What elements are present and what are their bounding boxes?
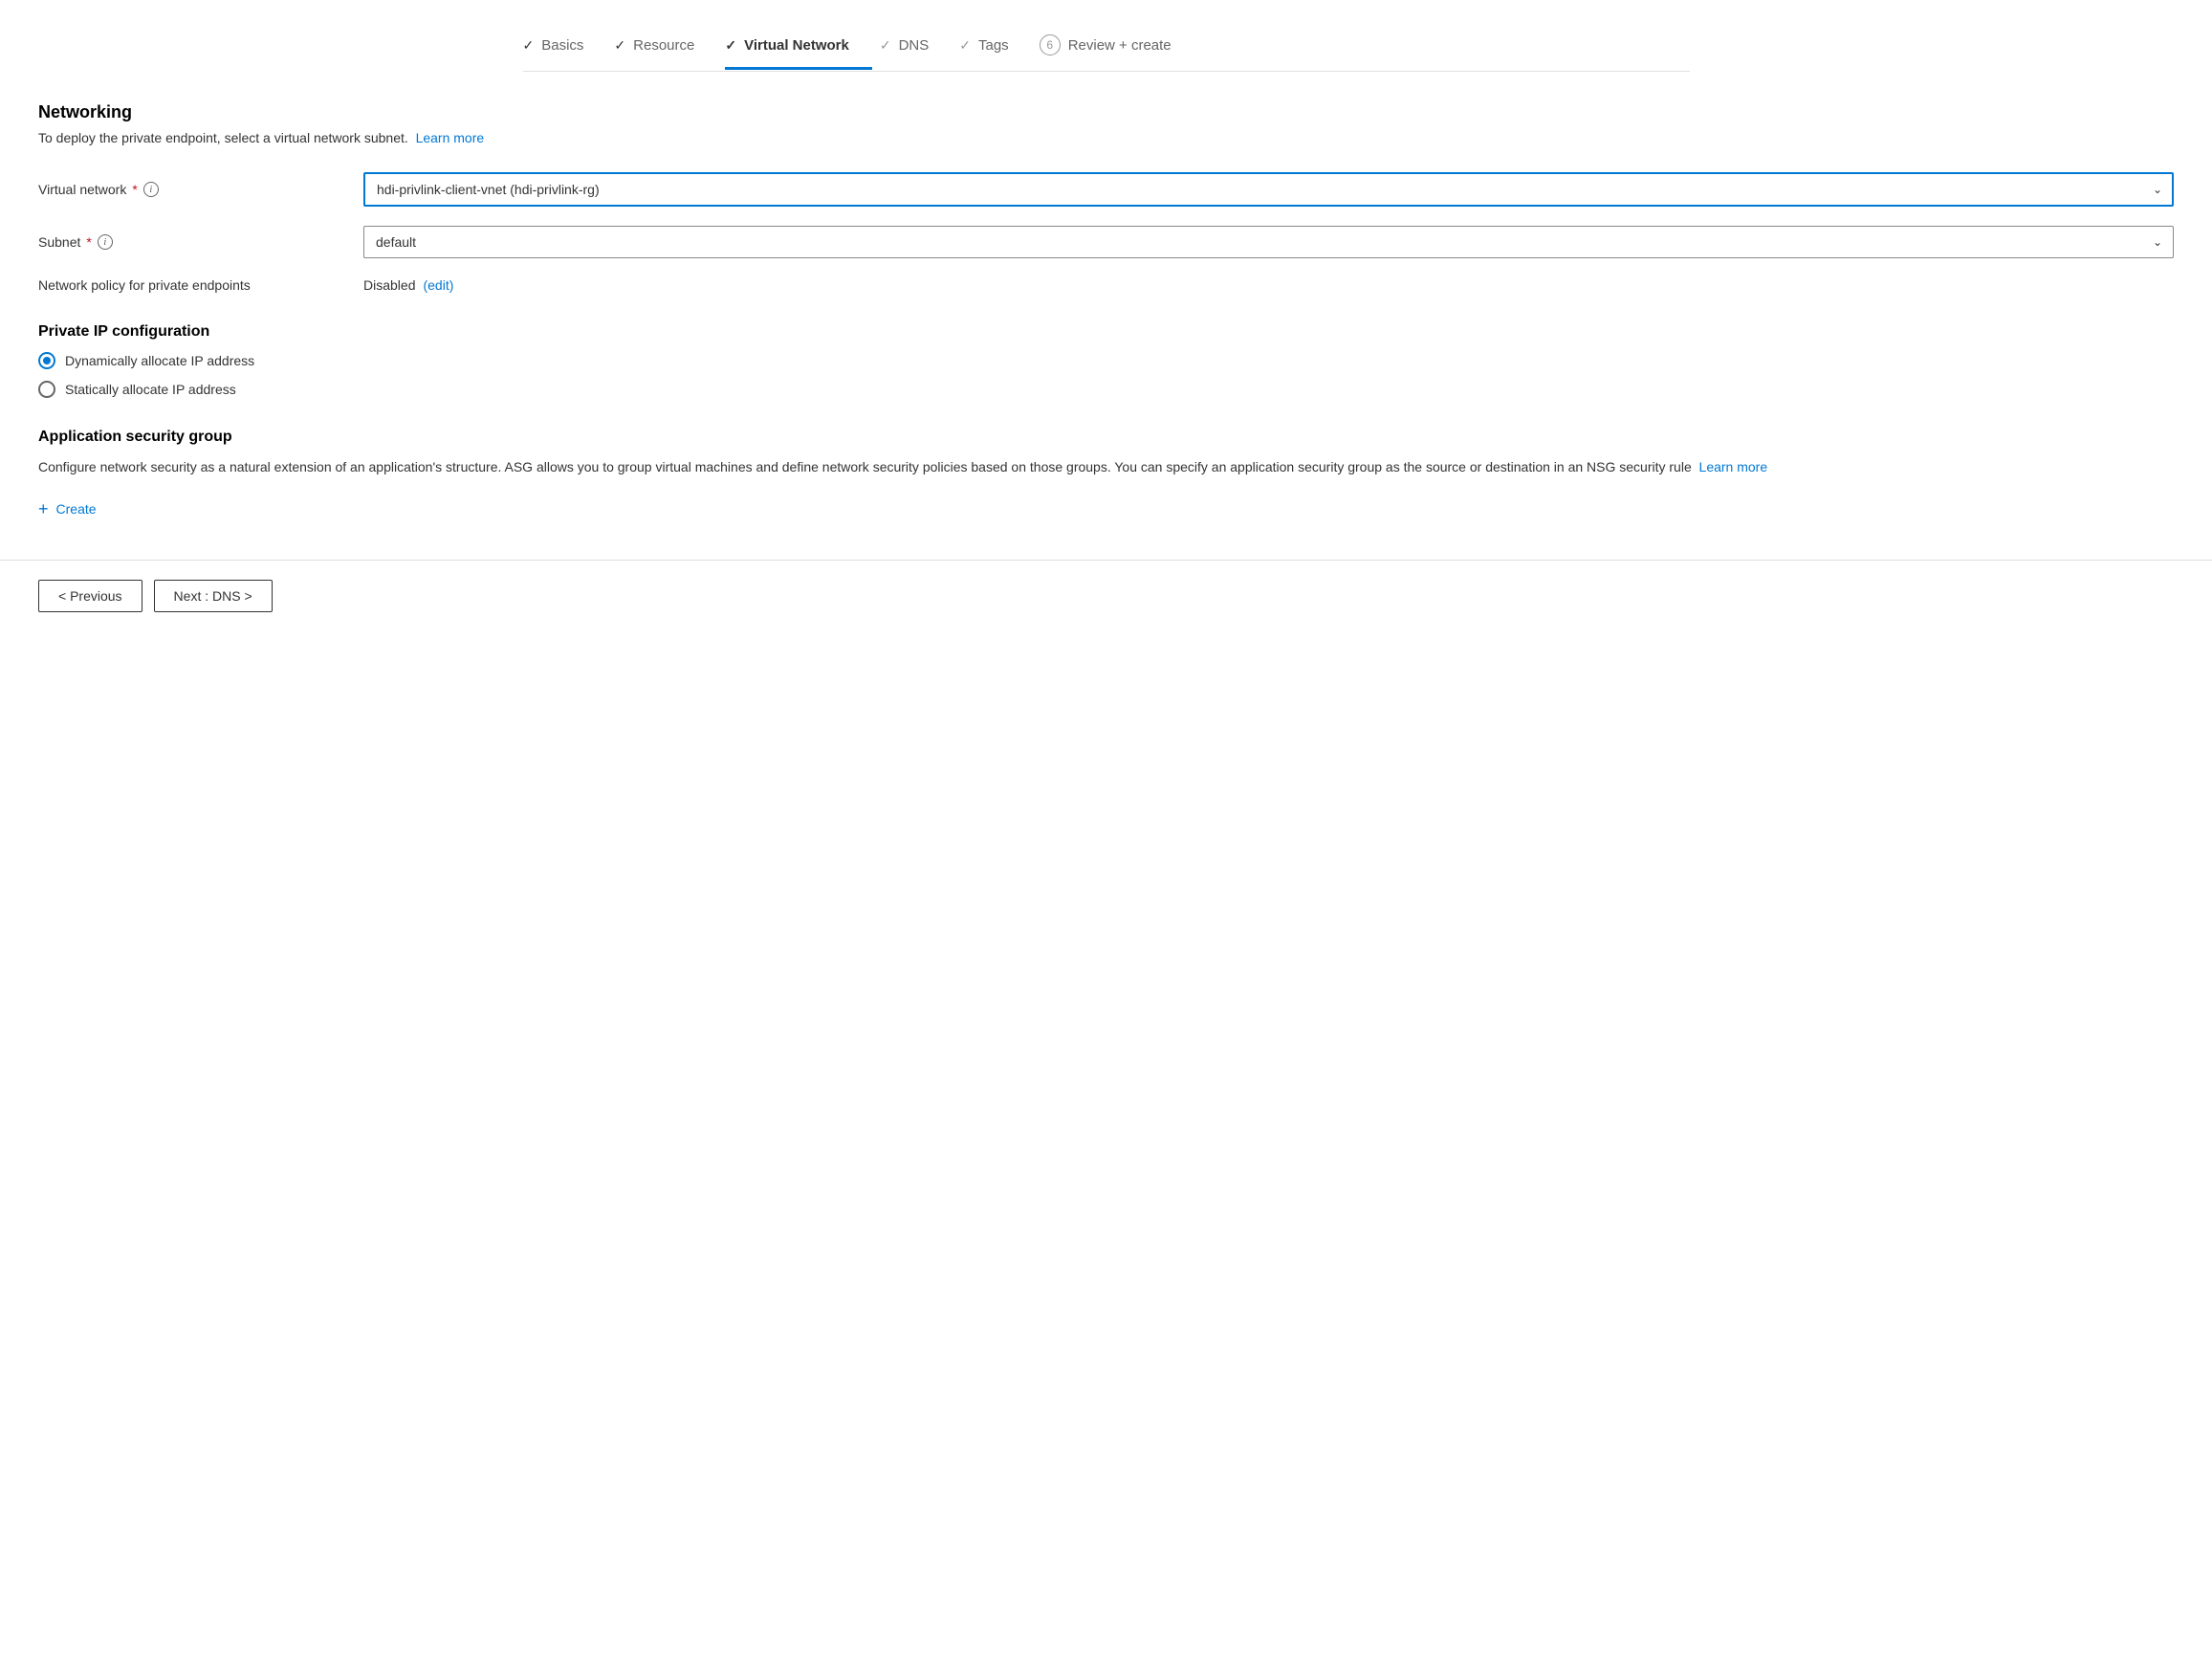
dns-check-icon: ✓ <box>880 37 891 54</box>
tab-dns[interactable]: ✓ DNS <box>880 26 952 69</box>
app-security-section: Application security group Configure net… <box>38 429 2174 521</box>
tab-virtual-network[interactable]: ✓ Virtual Network <box>725 26 872 69</box>
private-ip-title: Private IP configuration <box>38 323 2174 341</box>
dynamic-ip-radio[interactable] <box>38 352 55 369</box>
app-security-desc: Configure network security as a natural … <box>38 457 2174 477</box>
tab-tags[interactable]: ✓ Tags <box>959 26 1031 69</box>
previous-button[interactable]: < Previous <box>38 580 142 612</box>
tab-tags-label: Tags <box>978 37 1009 54</box>
networking-desc: To deploy the private endpoint, select a… <box>38 130 2174 145</box>
subnet-required-star: * <box>86 234 91 250</box>
bottom-bar: < Previous Next : DNS > <box>0 560 2212 631</box>
subnet-select-wrapper: default ⌄ <box>363 226 2174 258</box>
tab-review-label: Review + create <box>1068 37 1172 54</box>
subnet-row: Subnet * i default ⌄ <box>38 226 2174 258</box>
tags-check-icon: ✓ <box>959 37 971 54</box>
tab-review-create[interactable]: 6 Review + create <box>1040 23 1194 71</box>
virtual-network-label: Virtual network * i <box>38 182 363 197</box>
virtual-network-control: hdi-privlink-client-vnet (hdi-privlink-r… <box>363 172 2174 207</box>
subnet-info-icon[interactable]: i <box>98 234 113 250</box>
create-asg-button[interactable]: + Create <box>38 496 97 521</box>
next-button[interactable]: Next : DNS > <box>154 580 273 612</box>
subnet-control: default ⌄ <box>363 226 2174 258</box>
vnet-required-star: * <box>132 182 137 197</box>
resource-check-icon: ✓ <box>614 37 625 54</box>
tab-resource-label: Resource <box>633 37 694 54</box>
tab-dns-label: DNS <box>899 37 930 54</box>
network-policy-edit-link[interactable]: (edit) <box>423 277 453 293</box>
vnet-check-icon: ✓ <box>725 37 736 54</box>
plus-icon: + <box>38 500 49 518</box>
static-ip-option[interactable]: Statically allocate IP address <box>38 381 2174 398</box>
app-security-learn-more-link[interactable]: Learn more <box>1699 459 1768 474</box>
tab-basics[interactable]: ✓ Basics <box>523 26 607 69</box>
network-policy-row: Network policy for private endpoints Dis… <box>38 277 2174 293</box>
ip-config-radio-group: Dynamically allocate IP address Statical… <box>38 352 2174 398</box>
virtual-network-select-wrapper: hdi-privlink-client-vnet (hdi-privlink-r… <box>363 172 2174 207</box>
tab-resource[interactable]: ✓ Resource <box>614 26 717 69</box>
app-security-title: Application security group <box>38 429 2174 446</box>
network-policy-label: Network policy for private endpoints <box>38 277 363 293</box>
review-step-number: 6 <box>1040 34 1061 55</box>
virtual-network-row: Virtual network * i hdi-privlink-client-… <box>38 172 2174 207</box>
network-policy-value: Disabled (edit) <box>363 277 453 293</box>
static-ip-radio[interactable] <box>38 381 55 398</box>
private-ip-section: Private IP configuration Dynamically all… <box>38 323 2174 398</box>
wizard-tabs: ✓ Basics ✓ Resource ✓ Virtual Network ✓ … <box>523 0 1690 72</box>
tab-basics-label: Basics <box>541 37 583 54</box>
basics-check-icon: ✓ <box>523 37 535 54</box>
subnet-select[interactable]: default <box>363 226 2174 258</box>
dynamic-ip-option[interactable]: Dynamically allocate IP address <box>38 352 2174 369</box>
tab-vnet-label: Virtual Network <box>744 37 849 54</box>
networking-learn-more-link[interactable]: Learn more <box>416 130 485 145</box>
networking-section: Networking To deploy the private endpoin… <box>38 102 2174 293</box>
subnet-label: Subnet * i <box>38 234 363 250</box>
virtual-network-select[interactable]: hdi-privlink-client-vnet (hdi-privlink-r… <box>363 172 2174 207</box>
vnet-info-icon[interactable]: i <box>143 182 159 197</box>
networking-title: Networking <box>38 102 2174 122</box>
